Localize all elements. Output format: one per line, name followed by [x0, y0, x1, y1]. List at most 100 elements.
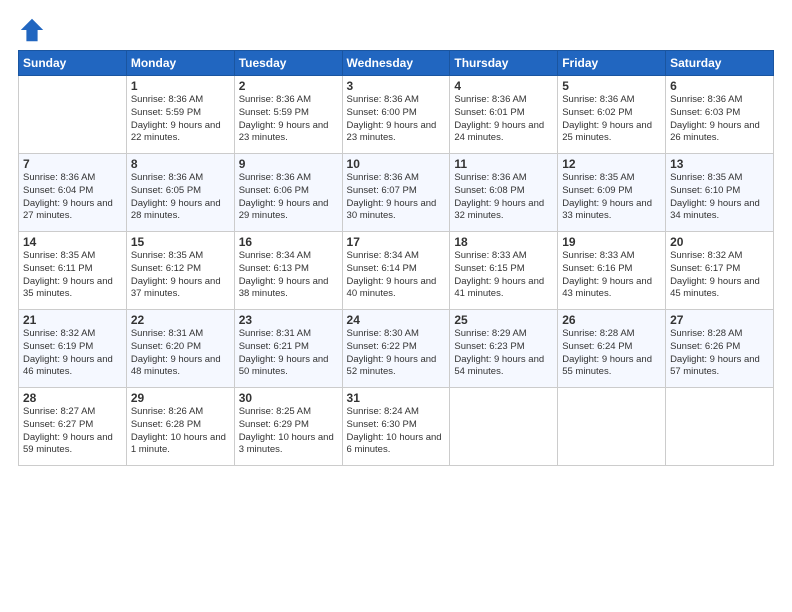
day-cell: 31Sunrise: 8:24 AMSunset: 6:30 PMDayligh…	[342, 388, 450, 466]
day-info: Sunrise: 8:36 AMSunset: 6:08 PMDaylight:…	[454, 172, 553, 223]
day-cell: 30Sunrise: 8:25 AMSunset: 6:29 PMDayligh…	[234, 388, 342, 466]
day-info: Sunrise: 8:36 AMSunset: 6:01 PMDaylight:…	[454, 94, 553, 145]
day-info: Sunrise: 8:33 AMSunset: 6:15 PMDaylight:…	[454, 250, 553, 301]
day-cell: 1Sunrise: 8:36 AMSunset: 5:59 PMDaylight…	[126, 76, 234, 154]
week-row-1: 1Sunrise: 8:36 AMSunset: 5:59 PMDaylight…	[19, 76, 774, 154]
day-number: 19	[562, 235, 661, 249]
day-number: 30	[239, 391, 338, 405]
day-number: 5	[562, 79, 661, 93]
day-info: Sunrise: 8:30 AMSunset: 6:22 PMDaylight:…	[347, 328, 446, 379]
day-info: Sunrise: 8:28 AMSunset: 6:26 PMDaylight:…	[670, 328, 769, 379]
day-info: Sunrise: 8:33 AMSunset: 6:16 PMDaylight:…	[562, 250, 661, 301]
day-info: Sunrise: 8:35 AMSunset: 6:09 PMDaylight:…	[562, 172, 661, 223]
day-cell: 8Sunrise: 8:36 AMSunset: 6:05 PMDaylight…	[126, 154, 234, 232]
day-info: Sunrise: 8:32 AMSunset: 6:19 PMDaylight:…	[23, 328, 122, 379]
week-row-4: 21Sunrise: 8:32 AMSunset: 6:19 PMDayligh…	[19, 310, 774, 388]
day-info: Sunrise: 8:28 AMSunset: 6:24 PMDaylight:…	[562, 328, 661, 379]
day-number: 10	[347, 157, 446, 171]
day-info: Sunrise: 8:31 AMSunset: 6:21 PMDaylight:…	[239, 328, 338, 379]
day-number: 31	[347, 391, 446, 405]
day-info: Sunrise: 8:36 AMSunset: 6:05 PMDaylight:…	[131, 172, 230, 223]
day-cell: 6Sunrise: 8:36 AMSunset: 6:03 PMDaylight…	[666, 76, 774, 154]
day-number: 18	[454, 235, 553, 249]
day-number: 3	[347, 79, 446, 93]
day-number: 23	[239, 313, 338, 327]
day-info: Sunrise: 8:26 AMSunset: 6:28 PMDaylight:…	[131, 406, 230, 457]
day-cell: 2Sunrise: 8:36 AMSunset: 5:59 PMDaylight…	[234, 76, 342, 154]
day-cell	[19, 76, 127, 154]
day-info: Sunrise: 8:36 AMSunset: 6:06 PMDaylight:…	[239, 172, 338, 223]
day-number: 22	[131, 313, 230, 327]
week-row-2: 7Sunrise: 8:36 AMSunset: 6:04 PMDaylight…	[19, 154, 774, 232]
day-number: 13	[670, 157, 769, 171]
day-cell: 22Sunrise: 8:31 AMSunset: 6:20 PMDayligh…	[126, 310, 234, 388]
day-number: 15	[131, 235, 230, 249]
col-header-tuesday: Tuesday	[234, 51, 342, 76]
day-info: Sunrise: 8:36 AMSunset: 5:59 PMDaylight:…	[131, 94, 230, 145]
logo-icon	[18, 16, 46, 44]
day-number: 12	[562, 157, 661, 171]
day-info: Sunrise: 8:36 AMSunset: 6:03 PMDaylight:…	[670, 94, 769, 145]
day-info: Sunrise: 8:36 AMSunset: 6:07 PMDaylight:…	[347, 172, 446, 223]
day-cell: 13Sunrise: 8:35 AMSunset: 6:10 PMDayligh…	[666, 154, 774, 232]
day-number: 7	[23, 157, 122, 171]
day-cell: 5Sunrise: 8:36 AMSunset: 6:02 PMDaylight…	[558, 76, 666, 154]
day-number: 8	[131, 157, 230, 171]
day-cell	[558, 388, 666, 466]
col-header-sunday: Sunday	[19, 51, 127, 76]
day-cell: 12Sunrise: 8:35 AMSunset: 6:09 PMDayligh…	[558, 154, 666, 232]
day-cell: 10Sunrise: 8:36 AMSunset: 6:07 PMDayligh…	[342, 154, 450, 232]
day-number: 26	[562, 313, 661, 327]
day-number: 28	[23, 391, 122, 405]
day-cell: 7Sunrise: 8:36 AMSunset: 6:04 PMDaylight…	[19, 154, 127, 232]
day-number: 2	[239, 79, 338, 93]
day-info: Sunrise: 8:36 AMSunset: 5:59 PMDaylight:…	[239, 94, 338, 145]
day-info: Sunrise: 8:24 AMSunset: 6:30 PMDaylight:…	[347, 406, 446, 457]
day-number: 21	[23, 313, 122, 327]
col-header-monday: Monday	[126, 51, 234, 76]
col-header-friday: Friday	[558, 51, 666, 76]
day-cell: 26Sunrise: 8:28 AMSunset: 6:24 PMDayligh…	[558, 310, 666, 388]
day-cell: 27Sunrise: 8:28 AMSunset: 6:26 PMDayligh…	[666, 310, 774, 388]
day-info: Sunrise: 8:31 AMSunset: 6:20 PMDaylight:…	[131, 328, 230, 379]
day-number: 16	[239, 235, 338, 249]
col-header-saturday: Saturday	[666, 51, 774, 76]
day-cell: 11Sunrise: 8:36 AMSunset: 6:08 PMDayligh…	[450, 154, 558, 232]
day-cell: 18Sunrise: 8:33 AMSunset: 6:15 PMDayligh…	[450, 232, 558, 310]
logo	[18, 14, 48, 44]
day-cell	[666, 388, 774, 466]
day-number: 17	[347, 235, 446, 249]
day-cell	[450, 388, 558, 466]
header-row: SundayMondayTuesdayWednesdayThursdayFrid…	[19, 51, 774, 76]
day-info: Sunrise: 8:32 AMSunset: 6:17 PMDaylight:…	[670, 250, 769, 301]
day-cell: 16Sunrise: 8:34 AMSunset: 6:13 PMDayligh…	[234, 232, 342, 310]
day-info: Sunrise: 8:35 AMSunset: 6:10 PMDaylight:…	[670, 172, 769, 223]
day-cell: 29Sunrise: 8:26 AMSunset: 6:28 PMDayligh…	[126, 388, 234, 466]
day-info: Sunrise: 8:34 AMSunset: 6:13 PMDaylight:…	[239, 250, 338, 301]
day-number: 27	[670, 313, 769, 327]
day-info: Sunrise: 8:27 AMSunset: 6:27 PMDaylight:…	[23, 406, 122, 457]
day-number: 9	[239, 157, 338, 171]
day-info: Sunrise: 8:36 AMSunset: 6:00 PMDaylight:…	[347, 94, 446, 145]
week-row-3: 14Sunrise: 8:35 AMSunset: 6:11 PMDayligh…	[19, 232, 774, 310]
day-cell: 14Sunrise: 8:35 AMSunset: 6:11 PMDayligh…	[19, 232, 127, 310]
day-info: Sunrise: 8:35 AMSunset: 6:11 PMDaylight:…	[23, 250, 122, 301]
day-info: Sunrise: 8:29 AMSunset: 6:23 PMDaylight:…	[454, 328, 553, 379]
day-cell: 9Sunrise: 8:36 AMSunset: 6:06 PMDaylight…	[234, 154, 342, 232]
day-info: Sunrise: 8:36 AMSunset: 6:04 PMDaylight:…	[23, 172, 122, 223]
day-number: 1	[131, 79, 230, 93]
day-info: Sunrise: 8:35 AMSunset: 6:12 PMDaylight:…	[131, 250, 230, 301]
day-cell: 20Sunrise: 8:32 AMSunset: 6:17 PMDayligh…	[666, 232, 774, 310]
day-number: 11	[454, 157, 553, 171]
day-number: 20	[670, 235, 769, 249]
day-cell: 25Sunrise: 8:29 AMSunset: 6:23 PMDayligh…	[450, 310, 558, 388]
col-header-thursday: Thursday	[450, 51, 558, 76]
day-number: 24	[347, 313, 446, 327]
day-number: 14	[23, 235, 122, 249]
day-number: 6	[670, 79, 769, 93]
day-number: 4	[454, 79, 553, 93]
day-cell: 17Sunrise: 8:34 AMSunset: 6:14 PMDayligh…	[342, 232, 450, 310]
day-cell: 3Sunrise: 8:36 AMSunset: 6:00 PMDaylight…	[342, 76, 450, 154]
header	[18, 10, 774, 44]
day-info: Sunrise: 8:36 AMSunset: 6:02 PMDaylight:…	[562, 94, 661, 145]
